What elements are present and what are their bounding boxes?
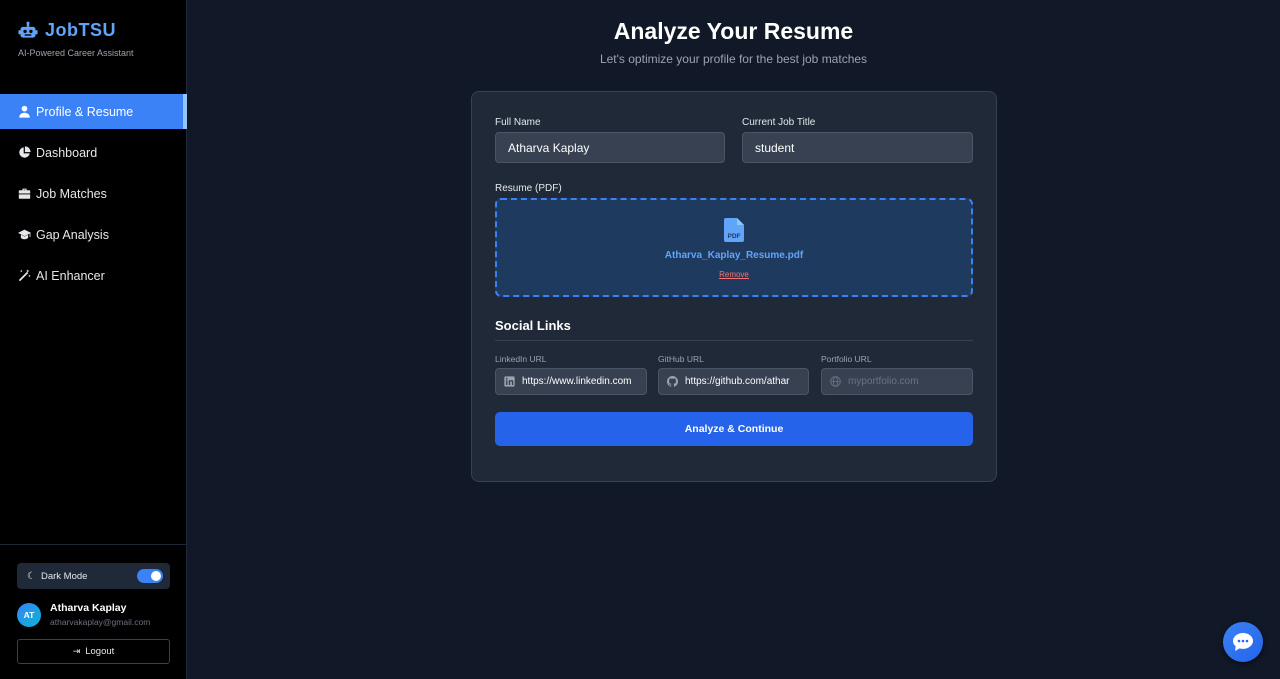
github-icon: [667, 376, 678, 387]
chat-button[interactable]: [1223, 622, 1263, 662]
dark-mode-row: ☾ Dark Mode: [17, 563, 170, 589]
page-subtitle: Let's optimize your profile for the best…: [599, 52, 868, 66]
logout-label: Logout: [85, 646, 115, 657]
sidebar-footer: ☾ Dark Mode AT Atharva Kaplay atharvakap…: [0, 544, 187, 679]
user-name: Atharva Kaplay: [50, 602, 127, 614]
brand-subtitle: AI-Powered Career Assistant: [18, 48, 134, 58]
brand-title: JobTSU: [45, 20, 117, 40]
logout-icon: ⇥: [72, 646, 81, 656]
sidebar-item-job-matches[interactable]: Job Matches: [0, 176, 187, 211]
portfolio-placeholder: myportfolio.com: [848, 376, 919, 387]
chat-bubble-icon: [1233, 633, 1253, 651]
pdf-icon-text: PDF: [728, 233, 741, 240]
portfolio-label: Portfolio URL: [821, 354, 872, 364]
sidebar-nav: Profile & Resume Dashboard Job Matches G…: [0, 94, 187, 299]
social-links-title: Social Links: [495, 318, 571, 333]
full-name-label: Full Name: [495, 117, 541, 128]
resume-form-card: Full Name Atharva Kaplay Current Job Tit…: [471, 91, 997, 482]
resume-label: Resume (PDF): [495, 183, 562, 194]
resume-dropzone[interactable]: PDF Atharva_Kaplay_Resume.pdf Remove: [495, 198, 973, 297]
portfolio-input[interactable]: myportfolio.com: [821, 368, 973, 395]
sidebar-item-profile-resume[interactable]: Profile & Resume: [0, 94, 187, 129]
linkedin-value: https://www.linkedin.com: [522, 376, 632, 387]
sidebar-item-ai-enhancer[interactable]: AI Enhancer: [0, 258, 187, 293]
job-title-input[interactable]: student: [742, 132, 973, 163]
resume-file-name: Atharva_Kaplay_Resume.pdf: [664, 250, 804, 261]
full-name-input[interactable]: Atharva Kaplay: [495, 132, 725, 163]
sidebar-item-dashboard[interactable]: Dashboard: [0, 135, 187, 170]
robot-icon: [18, 21, 38, 38]
analyze-continue-button[interactable]: Analyze & Continue: [495, 412, 973, 446]
graduation-cap-icon: [18, 228, 31, 241]
avatar: AT: [17, 602, 41, 627]
remove-file-link[interactable]: Remove: [497, 270, 971, 279]
sidebar-item-label: Dashboard: [36, 145, 98, 160]
remove-label[interactable]: Remove: [719, 270, 749, 279]
moon-icon: ☾: [27, 570, 36, 582]
linkedin-icon: [504, 376, 515, 387]
sidebar-item-label: Gap Analysis: [36, 227, 109, 242]
job-title-label: Current Job Title: [742, 117, 816, 128]
sidebar: JobTSU AI-Powered Career Assistant Profi…: [0, 0, 187, 679]
logout-button[interactable]: ⇥ Logout: [17, 639, 170, 664]
github-input[interactable]: https://github.com/athar: [658, 368, 809, 395]
github-value: https://github.com/athar: [685, 376, 790, 387]
pie-chart-icon: [18, 146, 31, 159]
sidebar-item-label: AI Enhancer: [36, 268, 105, 283]
magic-wand-icon: [18, 269, 31, 282]
briefcase-icon: [18, 187, 31, 200]
pdf-file-icon: PDF: [724, 218, 744, 242]
page-title: Analyze Your Resume: [613, 18, 854, 44]
user-profile: AT Atharva Kaplay atharvakaplay@gmail.co…: [17, 602, 150, 627]
sidebar-item-gap-analysis[interactable]: Gap Analysis: [0, 217, 187, 252]
sidebar-item-label: Profile & Resume: [36, 104, 134, 119]
divider: [495, 340, 973, 341]
github-label: GitHub URL: [658, 354, 704, 364]
analyze-continue-label: Analyze & Continue: [684, 423, 784, 435]
dark-mode-toggle[interactable]: [137, 569, 163, 583]
user-icon: [18, 105, 31, 118]
user-email: atharvakaplay@gmail.com: [50, 617, 151, 627]
linkedin-label: LinkedIn URL: [495, 354, 547, 364]
dark-mode-label: Dark Mode: [40, 570, 88, 582]
brand[interactable]: JobTSU: [18, 20, 116, 41]
toggle-knob: [151, 571, 161, 581]
sidebar-item-label: Job Matches: [36, 186, 107, 201]
linkedin-input[interactable]: https://www.linkedin.com: [495, 368, 647, 395]
globe-icon: [830, 376, 841, 387]
